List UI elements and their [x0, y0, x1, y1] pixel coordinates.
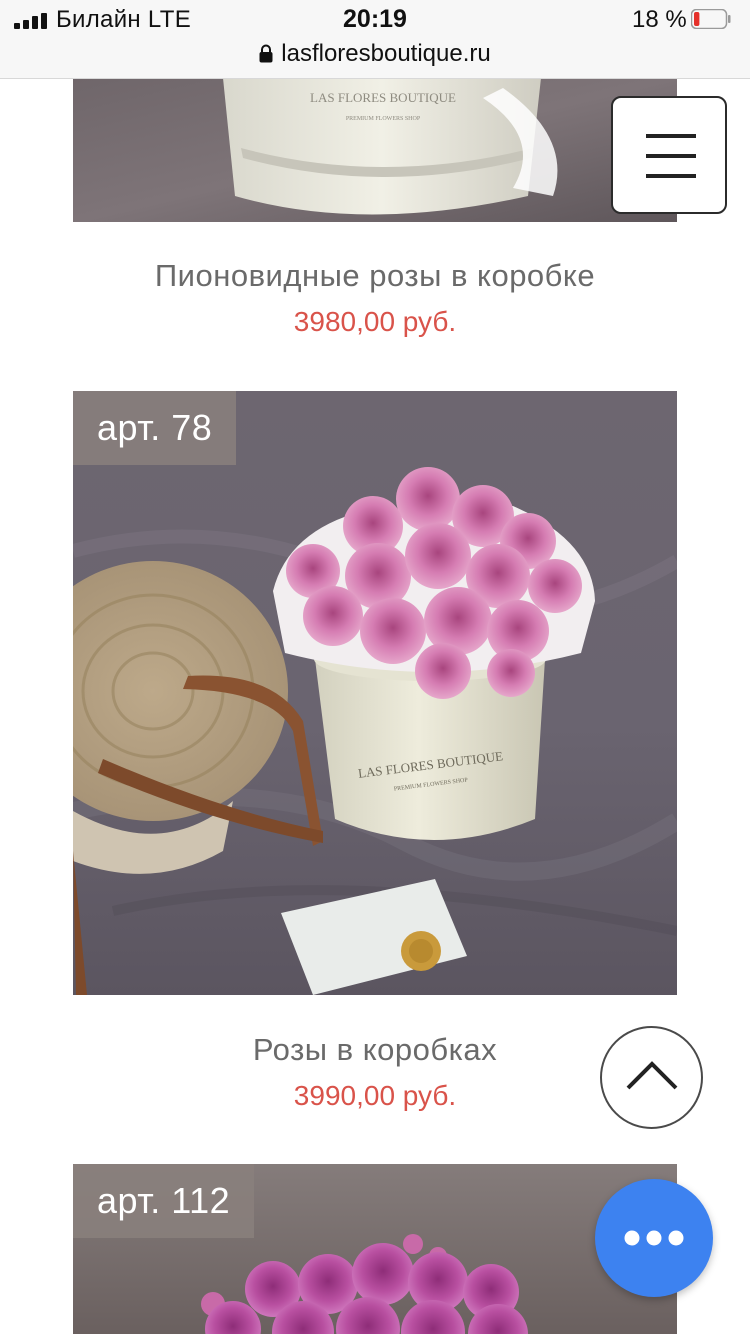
status-bar: Билайн LTE 20:19 18 % lasfloresboutique.… — [0, 0, 750, 79]
hamburger-icon — [646, 134, 696, 178]
chevron-up-icon — [626, 1061, 678, 1090]
article-badge: арт. 78 — [73, 391, 237, 465]
article-badge: арт. 112 — [73, 1164, 255, 1238]
lock-icon — [259, 44, 273, 63]
product-price: 3980,00 руб. — [293, 306, 457, 337]
dots-icon — [624, 1230, 684, 1246]
chat-button[interactable] — [595, 1179, 713, 1297]
menu-button[interactable] — [611, 96, 727, 214]
scroll-to-top-button[interactable] — [600, 1026, 703, 1129]
battery-icon — [691, 9, 731, 29]
box-brand-label: LAS FLORES BOUTIQUE — [310, 90, 456, 105]
white-hat-box-photo: LAS FLORES BOUTIQUE PREMIUM FLOWERS SHOP — [73, 78, 677, 222]
product-image[interactable]: LAS FLORES BOUTIQUE PREMIUM FLOWERS SHOP — [73, 78, 677, 222]
box-tagline-label: PREMIUM FLOWERS SHOP — [346, 116, 421, 122]
pink-roses-in-box-photo: LAS FLORES BOUTIQUE PREMIUM FLOWERS SHOP — [73, 391, 677, 995]
address-bar[interactable]: lasfloresboutique.ru — [0, 40, 750, 68]
battery-percent: 18 % — [632, 6, 687, 33]
product-title[interactable]: Пионовидные розы в коробке — [0, 258, 750, 294]
url-text: lasfloresboutique.ru — [281, 40, 491, 67]
product-image[interactable]: арт. 112 — [73, 1164, 677, 1334]
product-image[interactable]: LAS FLORES BOUTIQUE PREMIUM FLOWERS SHOP — [73, 391, 677, 995]
